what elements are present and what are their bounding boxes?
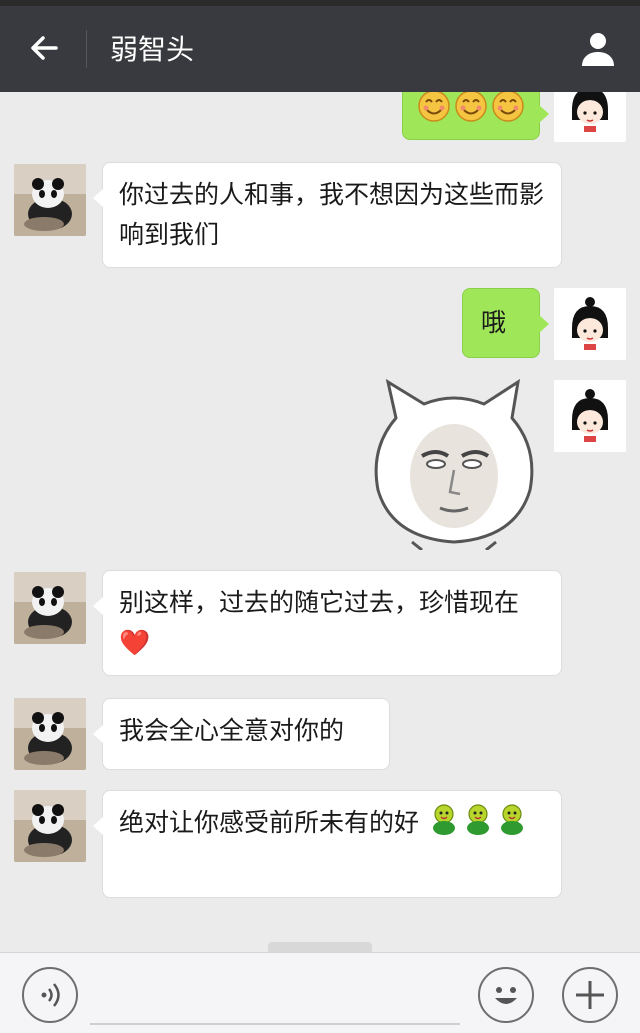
received-text-bubble[interactable]: 别这样，过去的随它过去，珍惜现在❤️ <box>93 570 562 676</box>
scroll-indicator <box>268 942 372 952</box>
arrow-left-icon[interactable] <box>26 30 62 66</box>
message-text: 你过去的人和事，我不想因为这些而影响到我们 <box>119 180 545 249</box>
message-text: 别这样，过去的随它过去，珍惜现在❤️ <box>119 588 520 657</box>
message-text: 哦 <box>481 308 507 337</box>
person-icon[interactable] <box>578 28 618 68</box>
chick-emoji-icon <box>500 804 523 835</box>
plus-icon[interactable] <box>562 967 618 1023</box>
received-text-bubble[interactable]: 我会全心全意对你的 <box>93 698 390 770</box>
chick-emoji-icon <box>432 804 455 835</box>
chat-title: 弱智头 <box>110 33 195 66</box>
cat-face-sticker[interactable] <box>366 378 542 552</box>
voice-icon[interactable] <box>22 967 78 1023</box>
sent-emoji-bubble[interactable] <box>402 92 549 140</box>
chick-emoji-icon <box>466 804 489 835</box>
friend-avatar[interactable] <box>14 572 86 644</box>
sent-text-bubble[interactable]: 哦 <box>462 288 549 358</box>
message-input[interactable] <box>90 1023 460 1025</box>
emoji-icon[interactable] <box>478 967 534 1023</box>
input-bar <box>0 952 640 1033</box>
self-avatar[interactable] <box>554 288 626 360</box>
title-bar: 弱智头 <box>0 6 640 92</box>
received-text-bubble[interactable]: 你过去的人和事，我不想因为这些而影响到我们 <box>93 162 562 268</box>
message-text: 绝对让你感受前所未有的好 <box>119 808 420 837</box>
chat-area[interactable]: 你过去的人和事，我不想因为这些而影响到我们 哦 别这样，过去的随它过去，珍惜现在… <box>0 92 640 952</box>
friend-avatar[interactable] <box>14 698 86 770</box>
self-avatar[interactable] <box>554 380 626 452</box>
self-avatar[interactable] <box>554 92 626 142</box>
message-text: 我会全心全意对你的 <box>119 716 345 745</box>
friend-avatar[interactable] <box>14 790 86 862</box>
title-divider <box>86 30 87 68</box>
friend-avatar[interactable] <box>14 164 86 236</box>
smile-emoji-icon <box>418 92 524 122</box>
received-text-bubble[interactable]: 绝对让你感受前所未有的好 <box>93 790 562 898</box>
